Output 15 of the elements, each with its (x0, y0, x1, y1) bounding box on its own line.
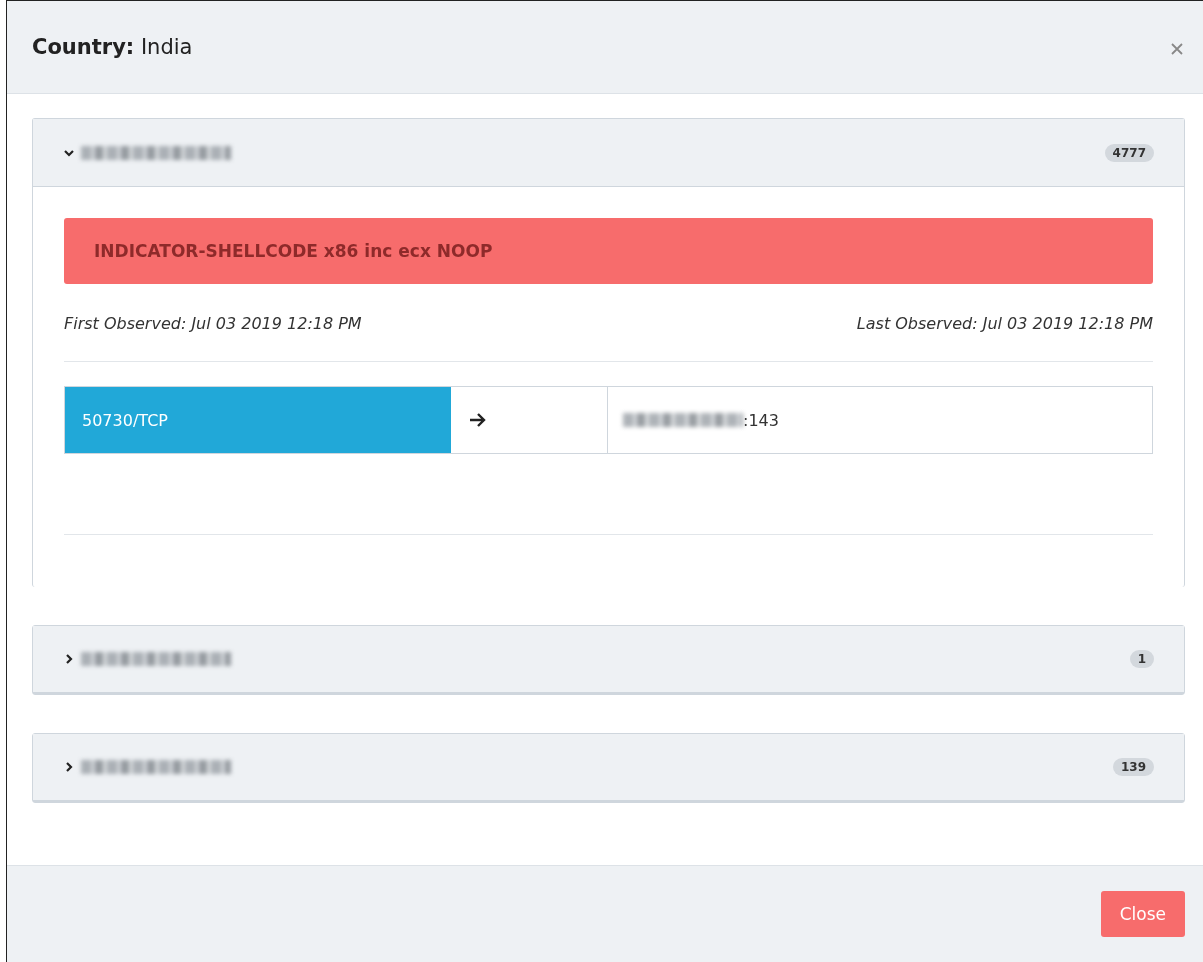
count-badge: 139 (1112, 758, 1154, 776)
source-port: 50730/TCP (65, 387, 451, 453)
count-badge: 4777 (1104, 143, 1154, 162)
modal-title: Country: India (32, 35, 193, 59)
chevron-right-icon[interactable] (63, 761, 75, 773)
alert-banner: INDICATOR-SHELLCODE x86 inc ecx NOOP (64, 218, 1153, 284)
count-badge: 1 (1129, 650, 1154, 668)
first-observed: First Observed: Jul 03 2019 12:18 PM (64, 314, 362, 333)
chevron-right-icon[interactable] (63, 653, 75, 665)
panel-header[interactable]: 4777 (33, 119, 1184, 187)
destination-port: :143 (743, 410, 779, 430)
panel-header[interactable]: 139 (33, 734, 1184, 802)
arrow-right-icon (469, 412, 487, 428)
panel-header[interactable]: 1 (33, 626, 1184, 694)
last-observed: Last Observed: Jul 03 2019 12:18 PM (856, 314, 1153, 333)
